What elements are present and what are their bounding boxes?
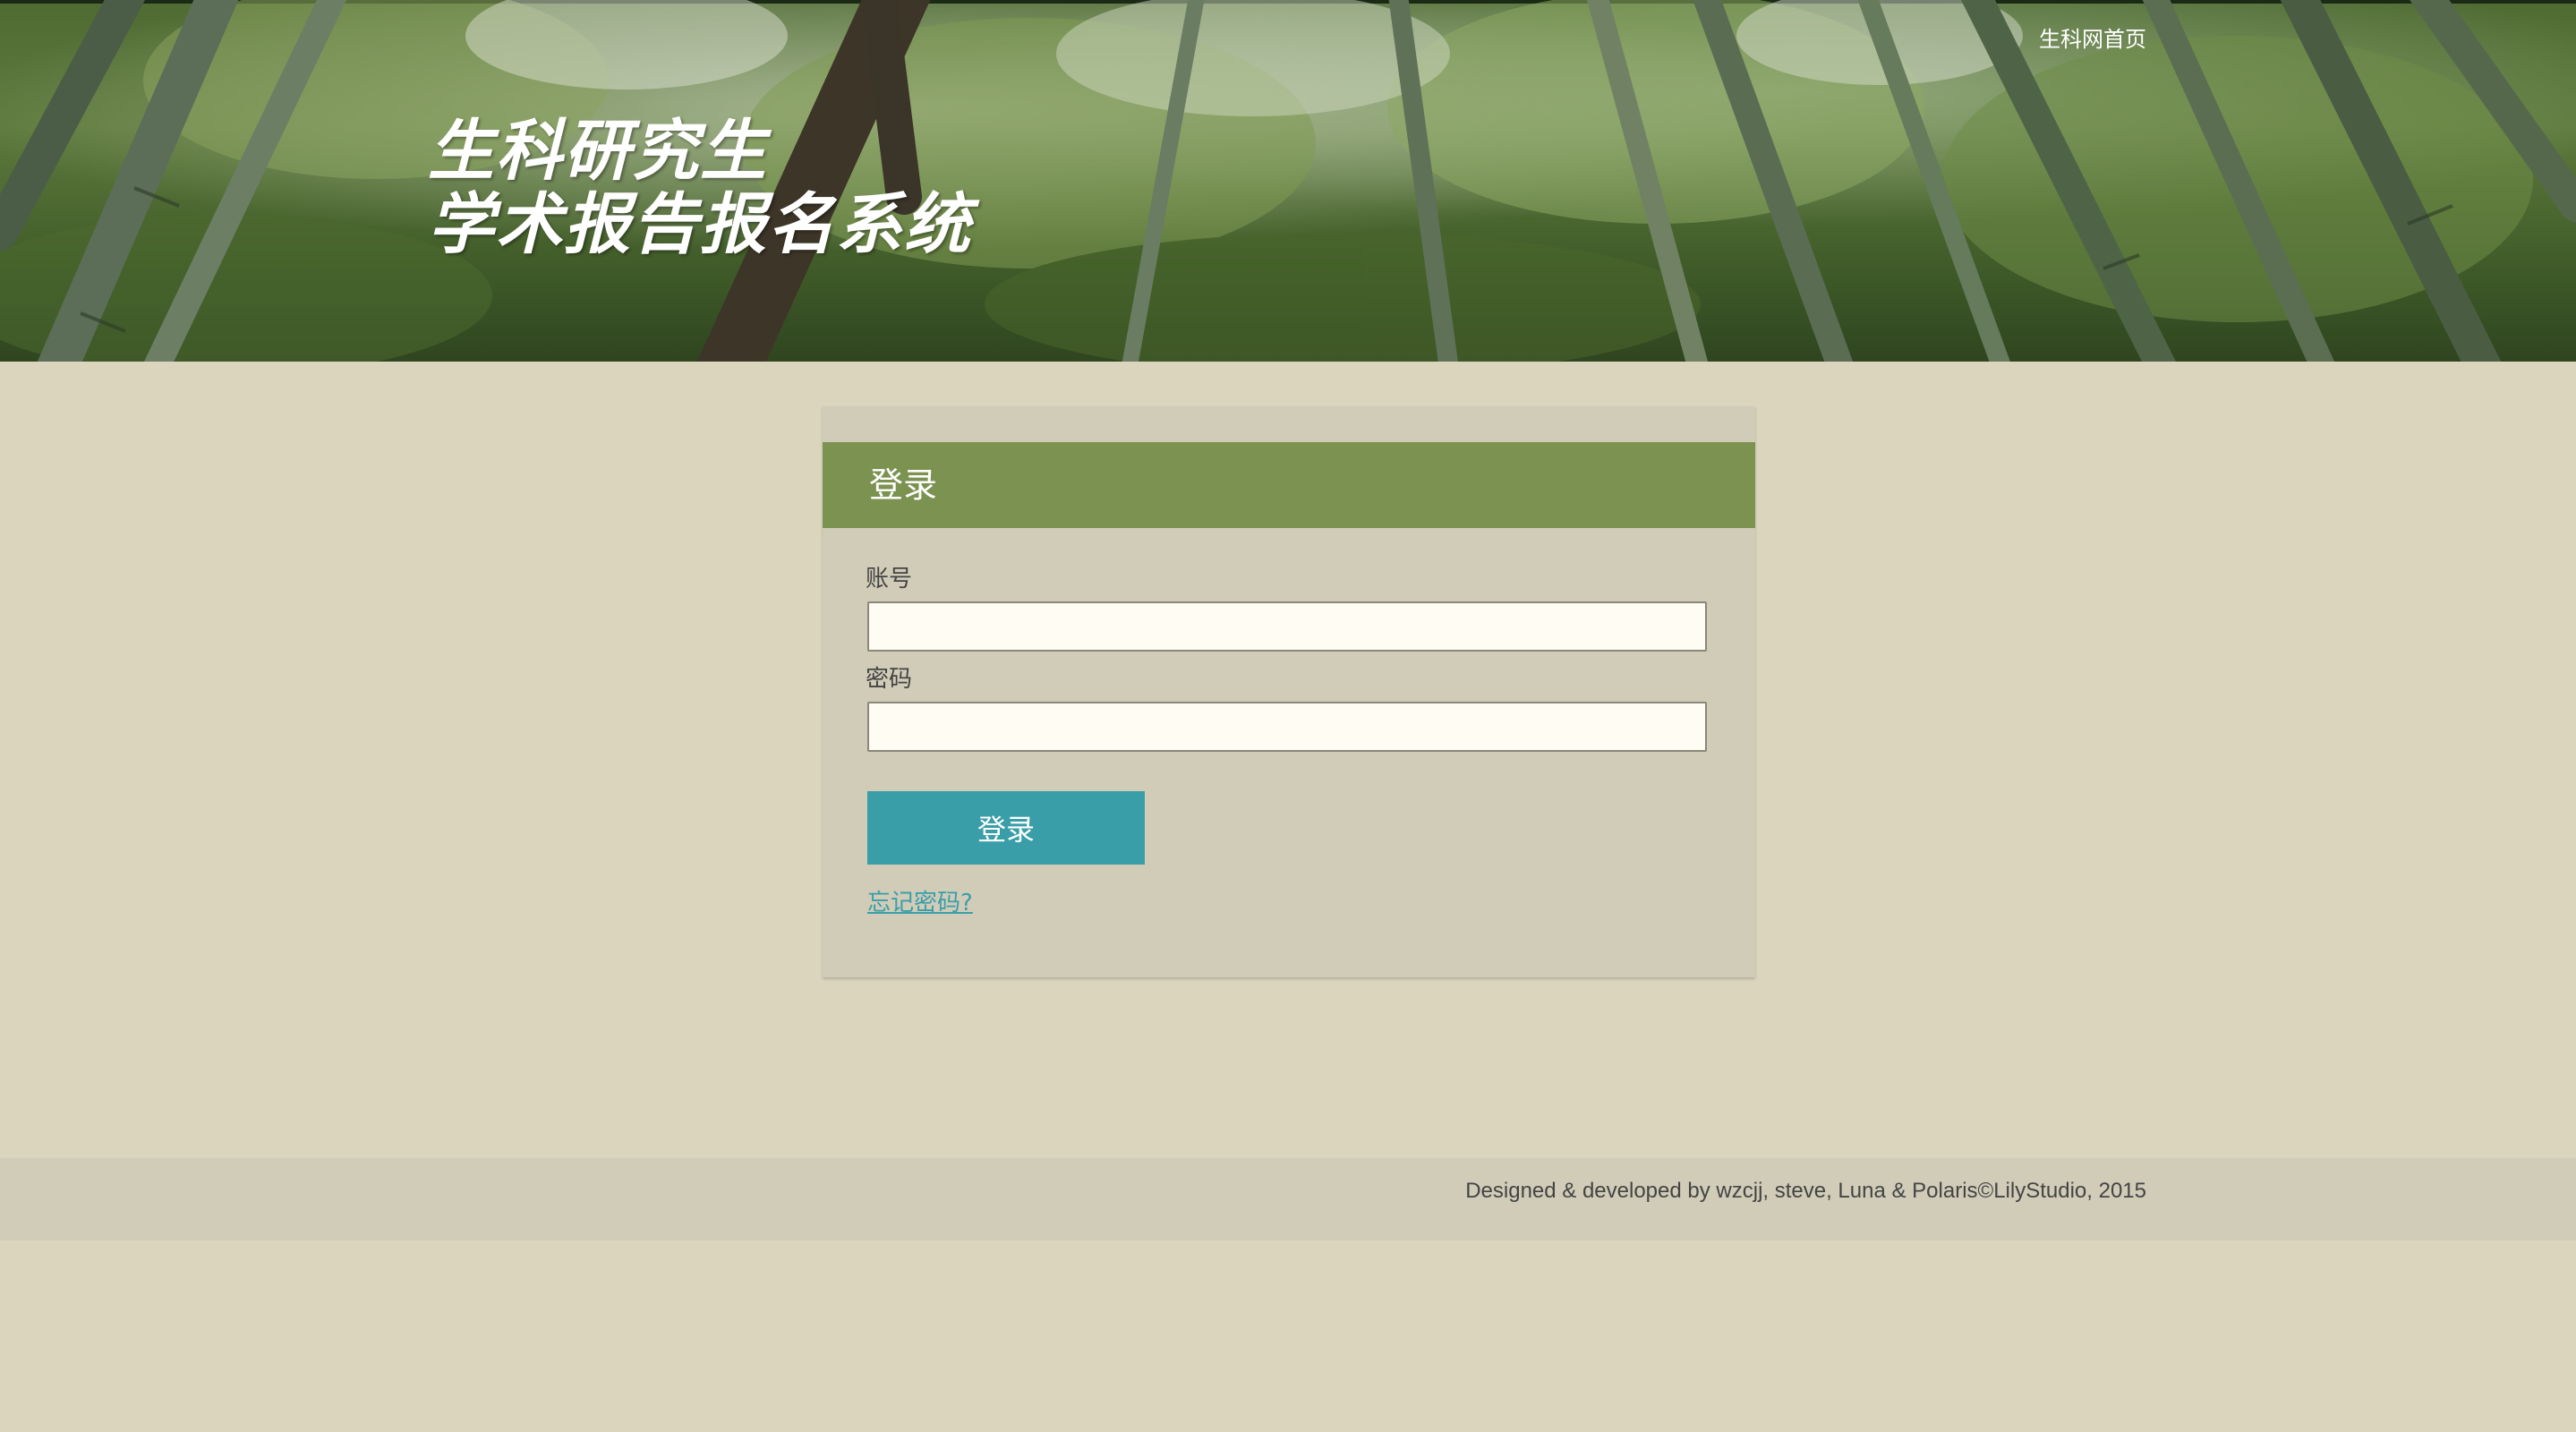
footer-credits: Designed & developed by wzcjj, steve, Lu… — [1465, 1179, 2146, 1203]
account-label: 账号 — [866, 566, 913, 592]
site-title-line1: 生科研究生 — [428, 113, 768, 190]
login-button[interactable]: 登录 — [867, 791, 1145, 865]
login-panel: 登录 账号 密码 登录 忘记密码? — [823, 406, 1755, 977]
header-banner: 生科研究生 学术报告报名系统 生科网首页 — [0, 0, 2576, 362]
password-input[interactable] — [867, 702, 1707, 752]
home-link[interactable]: 生科网首页 — [2039, 21, 2146, 53]
forgot-password-link[interactable]: 忘记密码? — [867, 884, 973, 917]
account-input[interactable] — [867, 601, 1707, 652]
login-panel-heading: 登录 — [823, 442, 1755, 528]
password-label: 密码 — [866, 666, 913, 693]
footer: Designed & developed by wzcjj, steve, Lu… — [0, 1158, 2576, 1240]
site-title-line2: 学术报告报名系统 — [428, 186, 972, 263]
site-title: 生科研究生 学术报告报名系统 — [428, 115, 972, 261]
login-heading-title: 登录 — [869, 465, 938, 505]
bamboo-forest-image — [0, 0, 2576, 362]
